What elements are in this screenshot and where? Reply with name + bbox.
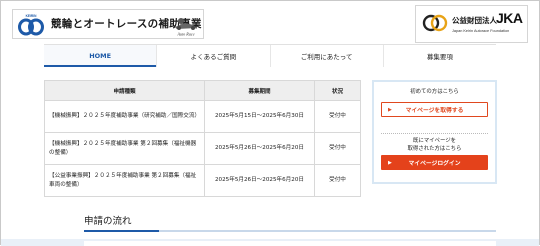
side-divider (381, 133, 488, 134)
autorace-logo-icon: Auto Race (175, 18, 197, 37)
jka-logo-link[interactable]: 公益財団法人 JKA Japan Keirin Autorace Foundat… (415, 5, 528, 43)
chevron-right-icon: ▶ (388, 107, 392, 113)
row-name[interactable]: 【機械振興】２０２５年度補助事業 第２回募集（福祉機器の整備） (44, 132, 205, 165)
row-status: 受付中 (314, 100, 361, 133)
row-period: 2025年5月15日～2025年6月30日 (204, 100, 315, 133)
jka-letters: JKA (496, 10, 523, 26)
col-header-status: 状況 (314, 80, 361, 101)
row-name[interactable]: 【機械振興】２０２５年度補助事業（研究補助／国際交流） (44, 100, 205, 133)
autorace-mark-text: Auto Race (176, 32, 194, 37)
table-row[interactable]: 【機械振興】２０２５年度補助事業（研究補助／国際交流） 2025年5月15日～2… (44, 100, 361, 133)
row-period: 2025年5月26日～2025年6月20日 (204, 132, 315, 165)
application-table: 申請種類 募集期間 状況 【機械振興】２０２５年度補助事業（研究補助／国際交流）… (44, 80, 361, 197)
nav-home[interactable]: HOME (44, 45, 158, 67)
flow-content-panel (84, 241, 496, 246)
jka-subtitle: Japan Keirin Autorace Foundation (452, 29, 510, 33)
login-button-label: マイページログイン (408, 161, 461, 167)
nav-guide-label: ご利用にあたって (300, 53, 353, 61)
table-row[interactable]: 【機械振興】２０２５年度補助事業 第２回募集（福祉機器の整備） 2025年5月2… (44, 132, 361, 165)
mypage-login-button[interactable]: ▶ マイページログイン (381, 155, 488, 170)
nav-recruitment[interactable]: 募集要項 (384, 45, 496, 67)
chevron-right-icon: ▶ (388, 160, 392, 166)
register-button-label: マイページを取得する (405, 108, 464, 114)
keirin-mark-text: KEIRIN (26, 14, 38, 18)
jka-org-name: 公益財団法人 (452, 16, 497, 25)
table-row[interactable]: 【公益事業振興】２０２５年度補助事業 第２回募集（福祉車両の整備） 2025年5… (44, 164, 361, 197)
application-table-container: 申請種類 募集期間 状況 【機械振興】２０２５年度補助事業（研究補助／国際交流）… (44, 80, 361, 197)
col-header-type: 申請種類 (44, 80, 205, 101)
flow-title-underline-accent (84, 230, 159, 232)
row-status: 受付中 (314, 132, 361, 165)
nav-home-label: HOME (89, 52, 112, 60)
register-mypage-button[interactable]: ▶ マイページを取得する (381, 102, 488, 117)
flow-section-title: 申請の流れ (84, 216, 132, 227)
jka-rings-icon (422, 14, 448, 32)
table-header-row: 申請種類 募集期間 状況 (44, 80, 361, 101)
nav-faq[interactable]: よくあるご質問 (157, 45, 271, 67)
existing-user-text: 既にマイページを 取得された方はこちら (374, 138, 495, 154)
existing-line-2: 取得された方はこちら (407, 145, 462, 152)
mypage-panel: 初めての方はこちら ▶ マイページを取得する 既にマイページを 取得された方はこ… (372, 80, 497, 184)
row-name[interactable]: 【公益事業振興】２０２５年度補助事業 第２回募集（福祉車両の整備） (44, 164, 205, 197)
existing-line-1: 既にマイページを (412, 138, 457, 144)
row-status: 受付中 (314, 164, 361, 197)
site-header: KEIRIN 競輪とオートレースの補助事業 Auto Race 公益財団法人 J… (1, 1, 540, 45)
nav-faq-label: よくあるご質問 (190, 53, 237, 61)
keirin-logo-icon: KEIRIN (18, 14, 44, 36)
site-logo-link[interactable]: KEIRIN 競輪とオートレースの補助事業 Auto Race (12, 9, 204, 39)
row-period: 2025年5月26日～2025年6月20日 (204, 164, 315, 197)
col-header-period: 募集期間 (204, 80, 315, 101)
first-time-text: 初めての方はこちら (410, 89, 459, 95)
nav-guide[interactable]: ご利用にあたって (271, 45, 384, 67)
nav-recruitment-label: 募集要項 (426, 53, 453, 61)
main-nav: HOME よくあるご質問 ご利用にあたって 募集要項 (44, 44, 496, 67)
